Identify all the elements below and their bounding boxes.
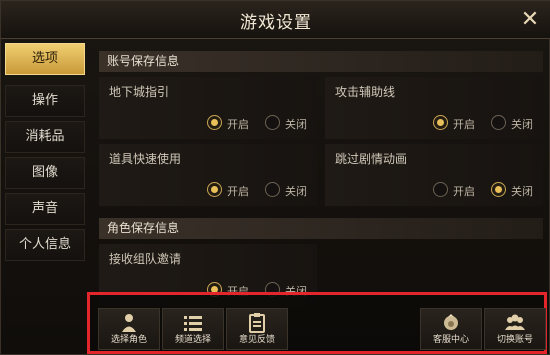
radio-off-label: 关闭 [511,118,533,131]
radio-dot [207,115,222,130]
setting-skip-cutscene: 跳过剧情动画 开启 关闭 [325,144,543,206]
radio-off-label: 关闭 [285,185,307,198]
settings-content: 账号保存信息 地下城指引 开启 关闭 攻击辅助线 开启 关闭 道具快速使用 开启… [99,51,543,306]
tab-label: 图像 [31,165,58,180]
radio-dot [491,115,506,130]
bottom-action-bar: 选择角色 频道选择 意见反馈 客服中心 切换账号 [87,292,547,354]
setting-dungeon-guide: 地下城指引 开启 关闭 [99,77,317,139]
tab-label: 声音 [31,201,58,216]
radio-on-label: 开启 [227,118,249,131]
radio-dot [433,182,448,197]
setting-label: 道具快速使用 [109,152,182,166]
button-label: 频道选择 [174,335,211,345]
radio-dot [433,115,448,130]
radio-off-label: 关闭 [285,118,307,131]
radio-on-label: 开启 [453,185,475,198]
setting-label: 地下城指引 [109,85,170,99]
character-select-icon [99,312,159,334]
button-label: 选择角色 [110,335,147,345]
close-button[interactable]: ✕ [517,7,543,33]
radio-on-label: 开启 [227,185,249,198]
tab-label: 消耗品 [25,129,65,144]
channel-select-button[interactable]: 频道选择 [162,308,224,350]
tab-consumables[interactable]: 消耗品 [5,121,85,153]
setting-label: 攻击辅助线 [335,85,396,99]
setting-quick-item-use: 道具快速使用 开启 关闭 [99,144,317,206]
select-character-button[interactable]: 选择角色 [98,308,160,350]
radio-dot [265,115,280,130]
tab-label: 个人信息 [18,237,71,252]
feedback-icon [227,312,287,334]
button-label: 意见反馈 [238,335,275,345]
tab-graphics[interactable]: 图像 [5,157,85,189]
switch-account-button[interactable]: 切换账号 [484,308,546,350]
tab-label: 选项 [31,51,58,66]
button-label: 客服中心 [432,335,469,345]
customer-service-button[interactable]: 客服中心 [420,308,482,350]
button-label: 切换账号 [496,335,533,345]
radio-on-label: 开启 [453,118,475,131]
setting-label: 接收组队邀请 [109,252,182,266]
section-title: 账号保存信息 [107,54,180,68]
switch-account-icon [485,312,545,334]
tab-sound[interactable]: 声音 [5,193,85,225]
window-title: 游戏设置 [240,13,312,33]
tab-options[interactable]: 选项 [5,43,85,75]
close-icon: ✕ [520,7,540,32]
channel-list-icon [163,312,223,334]
section-title: 角色保存信息 [107,221,180,235]
setting-attack-guide-line: 攻击辅助线 开启 关闭 [325,77,543,139]
radio-off-label: 关闭 [511,185,533,198]
radio-dot [207,182,222,197]
radio-dot [265,182,280,197]
title-bar: 游戏设置 ✕ [1,1,550,39]
tab-controls[interactable]: 操作 [5,85,85,117]
game-settings-window: 游戏设置 ✕ 选项 操作 消耗品 图像 声音 个人信息 账号保存信息 地下城指引 [0,0,550,355]
setting-label: 跳过剧情动画 [335,152,408,166]
customer-service-icon [421,312,481,334]
feedback-button[interactable]: 意见反馈 [226,308,288,350]
section-account-saved-info: 账号保存信息 [99,51,543,72]
settings-sidebar: 选项 操作 消耗品 图像 声音 个人信息 [1,43,89,293]
tab-label: 操作 [31,93,58,108]
tab-personal-info[interactable]: 个人信息 [5,229,85,261]
radio-dot [491,182,506,197]
section-character-saved-info: 角色保存信息 [99,218,543,239]
